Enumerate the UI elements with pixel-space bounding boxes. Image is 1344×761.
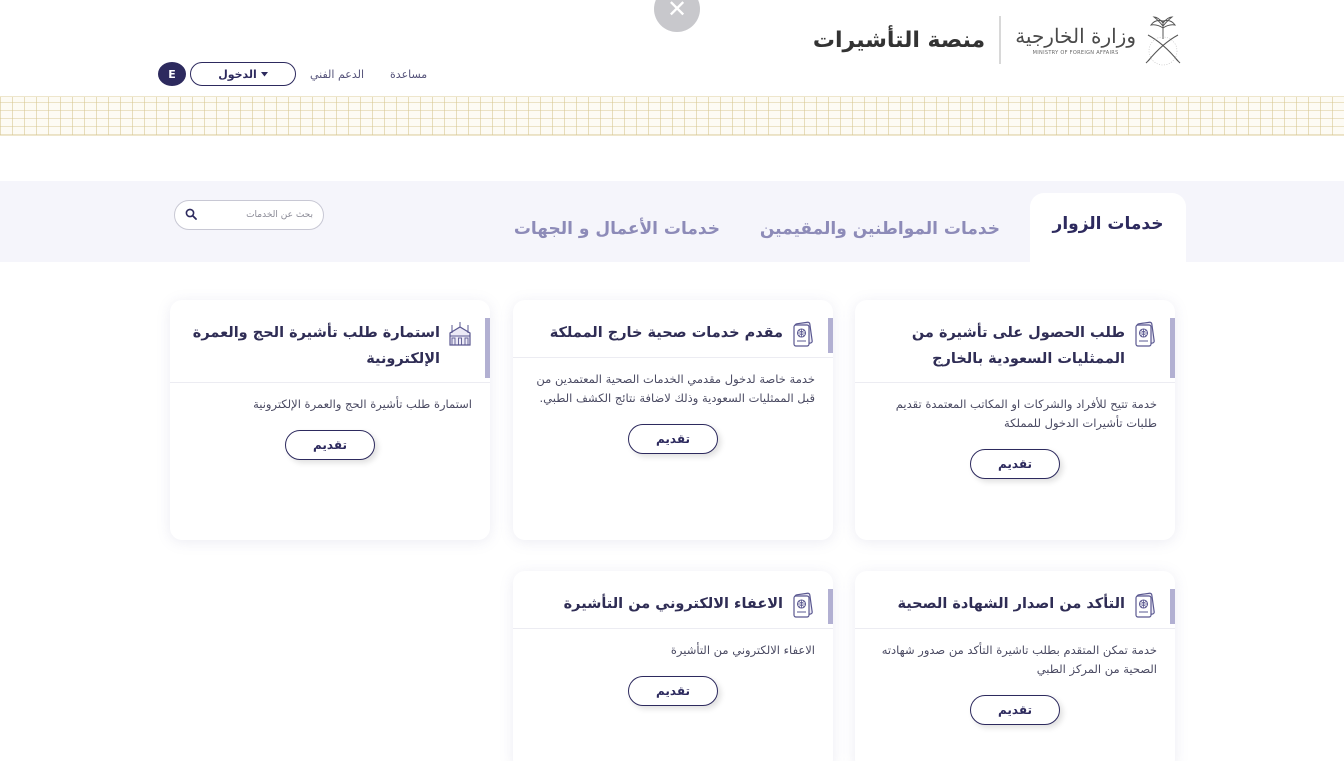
tab-business-entity-services[interactable]: خدمات الأعمال و الجهات	[514, 219, 720, 239]
card-description: استمارة طلب تأشيرة الحج والعمرة الإلكترو…	[253, 397, 472, 411]
card-title: استمارة طلب تأشيرة الحج والعمرة الإلكترو…	[192, 325, 440, 367]
service-card-visa-exemption: الاعفاء الالكتروني من التأشيرة الاعفاء ا…	[513, 571, 833, 761]
card-description: خدمة خاصة لدخول مقدمي الخدمات الصحية الم…	[536, 372, 815, 405]
card-header: طلب الحصول على تأشيرة من الممثليات السعو…	[855, 300, 1175, 383]
top-nav: E الدخول الدعم الفني مساعدة	[158, 62, 427, 86]
apply-button[interactable]: تقديم	[285, 430, 375, 460]
passport-icon	[793, 592, 813, 618]
card-title: التأكد من اصدار الشهادة الصحية	[897, 596, 1125, 612]
header: ✕ وزارة الخارجية MINISTRY OF FOREIGN AFF…	[0, 0, 1344, 96]
card-description: الاعفاء الالكتروني من التأشيرة	[670, 643, 815, 657]
card-header: استمارة طلب تأشيرة الحج والعمرة الإلكترو…	[170, 300, 490, 383]
login-label: الدخول	[218, 67, 257, 81]
card-title: مقدم خدمات صحية خارج المملكة	[549, 325, 783, 341]
search-icon[interactable]	[185, 208, 197, 220]
language-toggle-button[interactable]: E	[158, 62, 186, 86]
ministry-name-ar: وزارة الخارجية	[1015, 24, 1136, 48]
search-input[interactable]	[213, 210, 313, 220]
brand[interactable]: وزارة الخارجية MINISTRY OF FOREIGN AFFAI…	[813, 12, 1186, 68]
caret-down-icon	[260, 71, 268, 76]
passport-icon	[1135, 592, 1155, 618]
card-header: الاعفاء الالكتروني من التأشيرة	[513, 571, 833, 629]
close-icon[interactable]: ✕	[654, 0, 700, 32]
search-box[interactable]	[174, 200, 324, 230]
apply-button[interactable]: تقديم	[970, 695, 1060, 725]
service-card-hajj-umrah: استمارة طلب تأشيرة الحج والعمرة الإلكترو…	[170, 300, 490, 540]
card-title: طلب الحصول على تأشيرة من الممثليات السعو…	[911, 325, 1125, 367]
nav-link-support[interactable]: الدعم الفني	[310, 68, 364, 81]
card-header: مقدم خدمات صحية خارج المملكة	[513, 300, 833, 358]
kaaba-icon	[449, 322, 471, 346]
service-card-embassy-visa: طلب الحصول على تأشيرة من الممثليات السعو…	[855, 300, 1175, 540]
saudi-emblem-icon	[1145, 16, 1181, 66]
ministry-name-en: MINISTRY OF FOREIGN AFFAIRS	[1032, 50, 1119, 56]
nav-link-help[interactable]: مساعدة	[390, 68, 427, 81]
apply-button[interactable]: تقديم	[628, 676, 718, 706]
card-description: خدمة تتيح للأفراد والشركات او المكاتب ال…	[895, 397, 1157, 430]
card-description: خدمة تمكن المتقدم بطلب تاشيرة التأكد من …	[881, 643, 1157, 676]
tab-citizen-resident-services[interactable]: خدمات المواطنين والمقيمين	[760, 219, 1000, 239]
passport-icon	[793, 321, 813, 347]
passport-icon	[1135, 321, 1155, 347]
card-title: الاعفاء الالكتروني من التأشيرة	[563, 596, 783, 612]
decorative-pattern-band	[0, 96, 1344, 136]
apply-button[interactable]: تقديم	[628, 424, 718, 454]
tab-visitor-services[interactable]: خدمات الزوار	[1030, 193, 1186, 262]
ministry-name: وزارة الخارجية MINISTRY OF FOREIGN AFFAI…	[1015, 24, 1136, 56]
card-header: التأكد من اصدار الشهادة الصحية	[855, 571, 1175, 629]
service-card-health-provider: مقدم خدمات صحية خارج المملكة خدمة خاصة ل…	[513, 300, 833, 540]
login-dropdown-button[interactable]: الدخول	[190, 62, 296, 86]
platform-title: منصة التأشيرات	[812, 27, 986, 53]
service-card-health-certificate: التأكد من اصدار الشهادة الصحية خدمة تمكن…	[855, 571, 1175, 761]
brand-divider	[999, 16, 1002, 64]
apply-button[interactable]: تقديم	[970, 449, 1060, 479]
